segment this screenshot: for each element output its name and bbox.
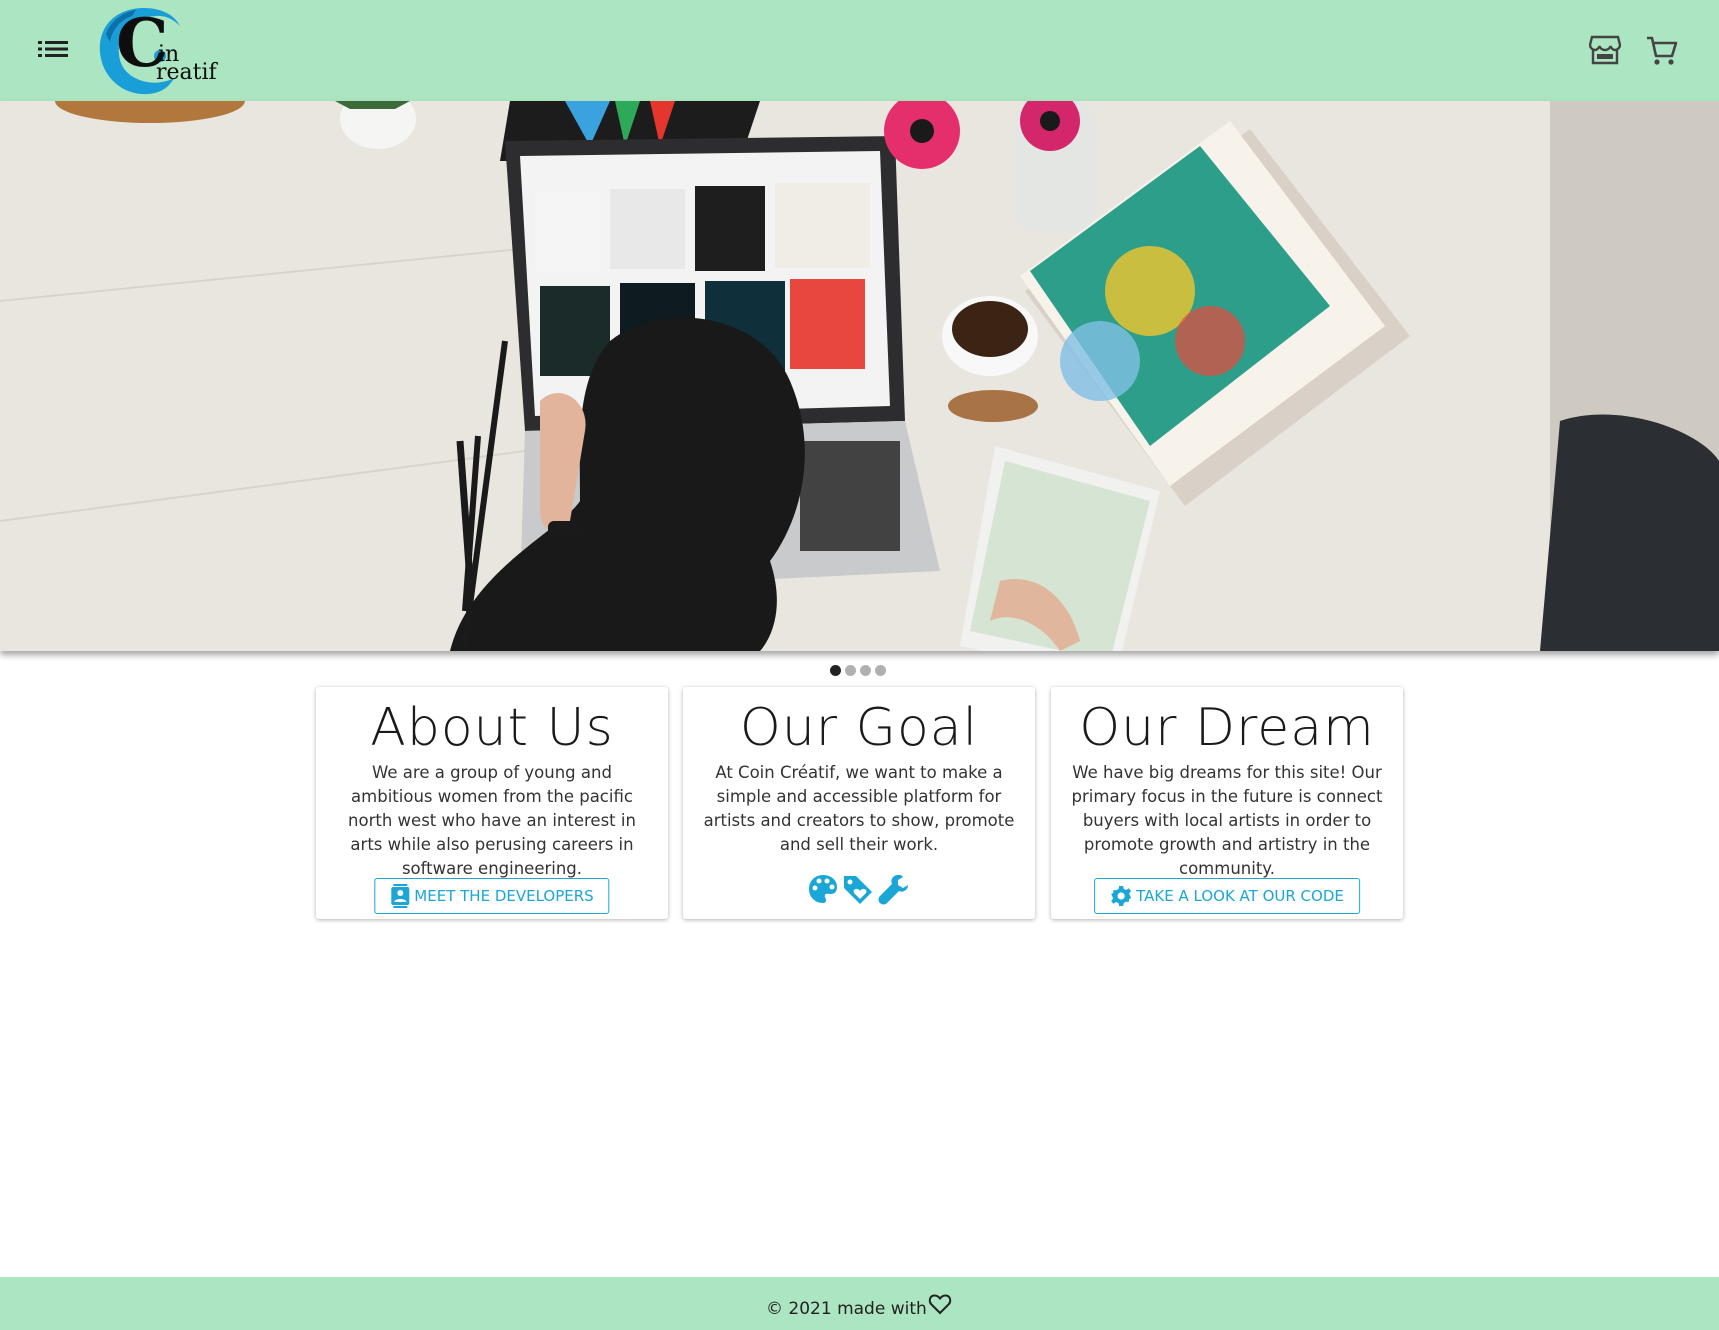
footer-text: © 2021 made with — [766, 1299, 927, 1319]
card-title: Our Dream — [1079, 698, 1375, 758]
contacts-icon — [391, 884, 410, 908]
button-label: MEET THE DEVELOPERS — [414, 887, 594, 905]
top-navbar: C in reatif — [0, 0, 1719, 101]
carousel-dot[interactable] — [845, 665, 856, 676]
palette-icon — [809, 875, 837, 903]
button-label: TAKE A LOOK AT OUR CODE — [1136, 887, 1344, 905]
tag-icon — [844, 876, 872, 904]
carousel-indicators — [830, 665, 886, 677]
our-goal-card: Our Goal At Coin Créatif, we want to mak… — [683, 687, 1035, 919]
take-a-look-at-our-code-button[interactable]: TAKE A LOOK AT OUR CODE — [1094, 878, 1360, 914]
card-text: We have big dreams for this site! Our pr… — [1071, 763, 1383, 878]
our-dream-card: Our Dream We have big dreams for this si… — [1051, 687, 1403, 919]
about-us-card: About Us We are a group of young and amb… — [316, 687, 668, 919]
heart-icon — [928, 1294, 952, 1315]
card-text: We are a group of young and ambitious wo… — [348, 763, 636, 878]
store-icon[interactable] — [1588, 35, 1622, 67]
card-text: At Coin Créatif, we want to make a simpl… — [703, 763, 1015, 854]
carousel-dot[interactable] — [860, 665, 871, 676]
card-title: About Us — [370, 698, 614, 758]
hero-carousel-image — [0, 101, 1719, 651]
cart-icon[interactable] — [1646, 35, 1680, 69]
list-icon[interactable] — [38, 38, 72, 64]
carousel-dot[interactable] — [875, 665, 886, 676]
logo-reatif-text: reatif — [156, 60, 217, 85]
coin-creatif-logo[interactable]: C in reatif — [96, 4, 232, 98]
wrench-icon — [878, 875, 908, 905]
meet-the-developers-button[interactable]: MEET THE DEVELOPERS — [374, 878, 610, 914]
goal-icons — [683, 873, 1035, 907]
card-title: Our Goal — [739, 698, 979, 758]
gear-icon — [1111, 886, 1132, 906]
carousel-dot[interactable] — [830, 665, 841, 676]
footer: © 2021 made with — [0, 1277, 1719, 1330]
